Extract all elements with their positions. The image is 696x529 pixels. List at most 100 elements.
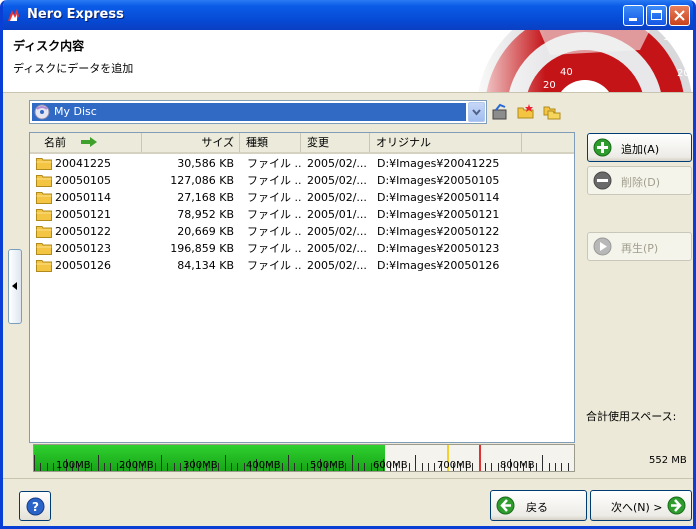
chevron-down-icon	[472, 109, 481, 116]
list-item[interactable]: 20050121 78,952 KB ファイル ... 2005/01/... D:¥I…	[30, 206, 574, 223]
disc-name-selection: My Disc	[32, 103, 466, 121]
collapse-panel-tab[interactable]	[8, 249, 22, 324]
disc-content-list[interactable]: 名前 サイズ 種類 変更 オリジナル 20041225 30,586 KB ファイル…	[29, 132, 575, 443]
page-subtitle: ディスクにデータを追加	[13, 62, 134, 75]
disc-icon	[34, 104, 50, 120]
capacity-tick	[34, 455, 35, 471]
help-button[interactable]: ?	[19, 491, 51, 521]
list-item[interactable]: 20050123 196,859 KB ファイル ... 2005/02/... D:¥…	[30, 240, 574, 257]
capacity-tick	[47, 463, 48, 471]
list-item[interactable]: 20050122 20,669 KB ファイル ... 2005/02/... D:¥I…	[30, 223, 574, 240]
capacity-tick	[91, 463, 92, 471]
minimize-button[interactable]	[623, 5, 644, 26]
title-bar[interactable]: Nero Express	[3, 0, 693, 30]
item-original: D:¥Images¥20050114	[377, 191, 500, 204]
capacity-tick	[174, 463, 175, 471]
disc-properties-icon[interactable]	[491, 103, 509, 121]
item-original: D:¥Images¥20050121	[377, 208, 500, 221]
capacity-tick	[110, 463, 111, 471]
capacity-scale-label: 200MB	[119, 460, 154, 471]
item-name: 20050105	[55, 174, 111, 187]
list-item[interactable]: 20050105 127,086 KB ファイル ... 2005/02/... D:¥…	[30, 172, 574, 189]
speedometer-graphic: 160 180 200 40 20	[465, 30, 693, 92]
capacity-tick	[237, 463, 238, 471]
item-modified: 2005/02/...	[307, 242, 367, 255]
column-header-name[interactable]: 名前	[30, 133, 142, 152]
column-header-type[interactable]: 種類	[240, 133, 301, 152]
new-folder-icon[interactable]	[517, 103, 535, 121]
capacity-tick	[98, 455, 99, 471]
capacity-tick	[288, 455, 289, 471]
capacity-tick	[555, 463, 556, 471]
list-item[interactable]: 20050114 27,168 KB ファイル ... 2005/02/... D:¥I…	[30, 189, 574, 206]
maximize-button[interactable]	[646, 5, 667, 26]
capacity-tick	[352, 455, 353, 471]
add-button[interactable]: 追加(A)	[587, 133, 692, 162]
nero-express-window: Nero Express ディスク内容 ディスクにデータを追加 My Disc …	[0, 0, 696, 529]
item-size: 78,952 KB	[177, 208, 234, 221]
folder-icon	[36, 175, 52, 187]
disc-name-dropdown[interactable]: My Disc	[29, 100, 487, 124]
capacity-tick	[364, 463, 365, 471]
item-type: ファイル ...	[247, 225, 302, 238]
item-original: D:¥Images¥20050126	[377, 259, 500, 272]
item-name: 20050121	[55, 208, 111, 221]
item-type: ファイル ...	[247, 242, 302, 255]
column-header-size[interactable]: サイズ	[142, 133, 240, 152]
capacity-tick	[568, 463, 569, 471]
plus-icon	[593, 138, 612, 157]
capacity-tick	[358, 463, 359, 471]
item-size: 20,669 KB	[177, 225, 234, 238]
close-button[interactable]	[669, 5, 690, 26]
folder-icon	[36, 260, 52, 272]
capacity-tick	[53, 463, 54, 471]
next-button-label: 次へ(N) >	[611, 501, 663, 514]
capacity-tick	[167, 463, 168, 471]
item-size: 27,168 KB	[177, 191, 234, 204]
play-button-label: 再生(P)	[621, 242, 659, 255]
capacity-tick	[225, 455, 226, 471]
item-name: 20050123	[55, 242, 111, 255]
column-header-original[interactable]: オリジナル	[370, 133, 522, 152]
item-type: ファイル ...	[247, 259, 302, 272]
capacity-tick	[294, 463, 295, 471]
item-name: 20050122	[55, 225, 111, 238]
capacity-tick	[155, 463, 156, 471]
folder-icon	[36, 192, 52, 204]
item-original: D:¥Images¥20050105	[377, 174, 500, 187]
item-type: ファイル ...	[247, 157, 302, 170]
svg-text:?: ?	[32, 500, 39, 514]
item-name: 20050126	[55, 259, 111, 272]
dropdown-button[interactable]	[468, 102, 485, 122]
next-button[interactable]: 次へ(N) >	[590, 490, 692, 521]
capacity-tick	[485, 463, 486, 471]
item-type: ファイル ...	[247, 208, 302, 221]
capacity-tick	[301, 463, 302, 471]
list-item[interactable]: 20050126 84,134 KB ファイル ... 2005/02/... D:¥I…	[30, 257, 574, 274]
list-item[interactable]: 20041225 30,586 KB ファイル ... 2005/02/... D:¥I…	[30, 155, 574, 172]
item-size: 30,586 KB	[177, 157, 234, 170]
column-header-modified[interactable]: 変更	[301, 133, 370, 152]
arrow-left-circle-icon	[496, 496, 515, 515]
minimize-icon	[629, 18, 637, 21]
capacity-tick	[345, 463, 346, 471]
column-name-label: 名前	[44, 136, 66, 149]
delete-button[interactable]: 削除(D)	[587, 166, 692, 195]
item-modified: 2005/02/...	[307, 157, 367, 170]
folder-up-icon[interactable]	[543, 103, 561, 121]
capacity-tick	[549, 463, 550, 471]
capacity-tick	[428, 463, 429, 471]
item-size: 196,859 KB	[170, 242, 234, 255]
delete-button-label: 削除(D)	[621, 176, 661, 189]
capacity-scale-label: 400MB	[246, 460, 281, 471]
back-button[interactable]: 戻る	[490, 490, 587, 521]
item-size: 127,086 KB	[170, 174, 234, 187]
maximize-icon	[651, 10, 662, 20]
capacity-scale-label: 600MB	[373, 460, 408, 471]
close-icon	[674, 10, 685, 21]
capacity-tick	[218, 463, 219, 471]
item-name: 20041225	[55, 157, 111, 170]
play-button[interactable]: 再生(P)	[587, 232, 692, 261]
page-title: ディスク内容	[13, 39, 85, 53]
capacity-tick	[244, 463, 245, 471]
